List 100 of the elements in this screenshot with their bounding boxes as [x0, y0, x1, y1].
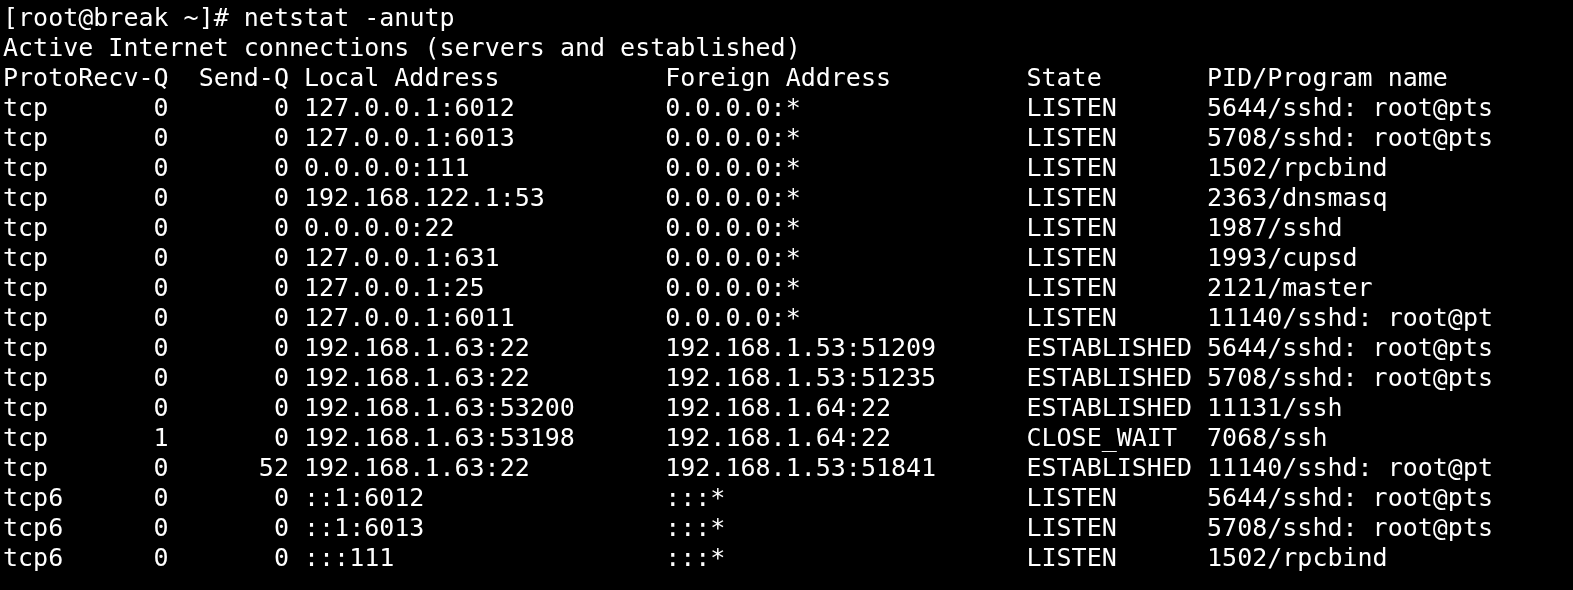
table-cell: LISTEN [1026, 303, 1117, 333]
table-cell: 0.0.0.0:* [665, 243, 801, 273]
table-cell: tcp [3, 213, 49, 243]
table-cell: 0.0.0.0:* [665, 273, 801, 303]
table-cell: 0 [153, 123, 169, 153]
table-cell: 0 [273, 123, 289, 153]
table-cell: ESTABLISHED [1026, 453, 1192, 483]
table-cell: 5708/sshd: root@pts [1207, 123, 1494, 153]
table-cell: 127.0.0.1:631 [304, 243, 500, 273]
table-cell: LISTEN [1026, 273, 1117, 303]
table-cell: 0 [153, 183, 169, 213]
table-cell: 0 [153, 333, 169, 363]
table-cell: 192.168.1.53:51235 [665, 363, 937, 393]
table-cell: 192.168.1.63:22 [304, 363, 530, 393]
table-cell: ESTABLISHED [1026, 333, 1192, 363]
table-cell: tcp [3, 333, 49, 363]
table-cell: 0 [153, 153, 169, 183]
table-cell: LISTEN [1026, 543, 1117, 573]
table-cell: tcp [3, 93, 49, 123]
table-cell: 1987/sshd [1207, 213, 1343, 243]
table-cell: 0 [153, 303, 169, 333]
table-cell: 1 [153, 423, 169, 453]
table-cell: tcp [3, 123, 49, 153]
table-cell: 192.168.1.53:51209 [665, 333, 937, 363]
table-cell: 0 [273, 303, 289, 333]
table-cell: tcp [3, 243, 49, 273]
table-cell: 1502/rpcbind [1207, 543, 1388, 573]
table-cell: 0 [273, 273, 289, 303]
table-cell: 0 [273, 243, 289, 273]
table-cell: 192.168.1.63:22 [304, 453, 530, 483]
column-header: Recv-Q [78, 63, 169, 93]
table-cell: 192.168.122.1:53 [304, 183, 545, 213]
table-cell: 2121/master [1207, 273, 1373, 303]
table-cell: 127.0.0.1:25 [304, 273, 485, 303]
table-cell: tcp [3, 183, 49, 213]
table-cell: 127.0.0.1:6013 [304, 123, 515, 153]
table-cell: 192.168.1.63:53200 [304, 393, 575, 423]
table-cell: tcp [3, 423, 49, 453]
table-cell: 5644/sshd: root@pts [1207, 483, 1494, 513]
table-cell: 0 [153, 393, 169, 423]
table-cell: 0 [153, 363, 169, 393]
table-cell: 11140/sshd: root@pt [1207, 453, 1494, 483]
column-header: PID/Program name [1207, 63, 1448, 93]
table-cell: 192.168.1.63:22 [304, 333, 530, 363]
table-cell: 192.168.1.63:53198 [304, 423, 575, 453]
column-header: State [1026, 63, 1102, 93]
table-cell: ::1:6012 [304, 483, 425, 513]
table-cell: 0 [273, 183, 289, 213]
table-cell: 0 [153, 243, 169, 273]
table-cell: LISTEN [1026, 93, 1117, 123]
table-cell: 1993/cupsd [1207, 243, 1358, 273]
table-cell: 0 [273, 213, 289, 243]
table-cell: 0 [153, 273, 169, 303]
status-line: Active Internet connections (servers and established) [3, 33, 801, 63]
table-cell: 127.0.0.1:6011 [304, 303, 515, 333]
table-cell: 0.0.0.0:22 [304, 213, 455, 243]
table-cell: ESTABLISHED [1026, 393, 1192, 423]
table-cell: :::* [665, 483, 726, 513]
table-cell: 52 [258, 453, 289, 483]
table-cell: tcp6 [3, 483, 64, 513]
table-cell: 0 [273, 543, 289, 573]
table-cell: tcp6 [3, 543, 64, 573]
table-cell: 0.0.0.0:* [665, 153, 801, 183]
table-cell: 192.168.1.53:51841 [665, 453, 937, 483]
table-cell: :::* [665, 543, 726, 573]
table-cell: 0 [273, 363, 289, 393]
table-cell: 0.0.0.0:* [665, 123, 801, 153]
table-cell: ESTABLISHED [1026, 363, 1192, 393]
table-cell: tcp [3, 303, 49, 333]
table-cell: 0 [153, 93, 169, 123]
table-cell: LISTEN [1026, 183, 1117, 213]
table-cell: 11131/ssh [1207, 393, 1343, 423]
table-cell: :::111 [304, 543, 395, 573]
table-cell: tcp [3, 273, 49, 303]
table-cell: LISTEN [1026, 213, 1117, 243]
table-cell: 0 [273, 483, 289, 513]
table-cell: 0 [153, 453, 169, 483]
table-cell: 0 [273, 423, 289, 453]
table-cell: LISTEN [1026, 123, 1117, 153]
table-cell: :::* [665, 513, 726, 543]
table-cell: 127.0.0.1:6012 [304, 93, 515, 123]
table-cell: 192.168.1.64:22 [665, 423, 891, 453]
table-cell: 0 [273, 333, 289, 363]
table-cell: tcp [3, 153, 49, 183]
column-header: Foreign Address [665, 63, 891, 93]
table-cell: 0 [153, 543, 169, 573]
table-cell: 5644/sshd: root@pts [1207, 333, 1494, 363]
column-header: Local Address [304, 63, 500, 93]
table-cell: 0 [153, 513, 169, 543]
table-cell: 0 [273, 393, 289, 423]
table-cell: 2363/dnsmasq [1207, 183, 1388, 213]
table-cell: CLOSE_WAIT [1026, 423, 1177, 453]
table-cell: 0 [273, 93, 289, 123]
table-cell: 5644/sshd: root@pts [1207, 93, 1494, 123]
table-cell: 1502/rpcbind [1207, 153, 1388, 183]
table-cell: 192.168.1.64:22 [665, 393, 891, 423]
table-cell: LISTEN [1026, 153, 1117, 183]
table-cell: LISTEN [1026, 513, 1117, 543]
table-cell: 0 [273, 153, 289, 183]
table-cell: tcp [3, 393, 49, 423]
